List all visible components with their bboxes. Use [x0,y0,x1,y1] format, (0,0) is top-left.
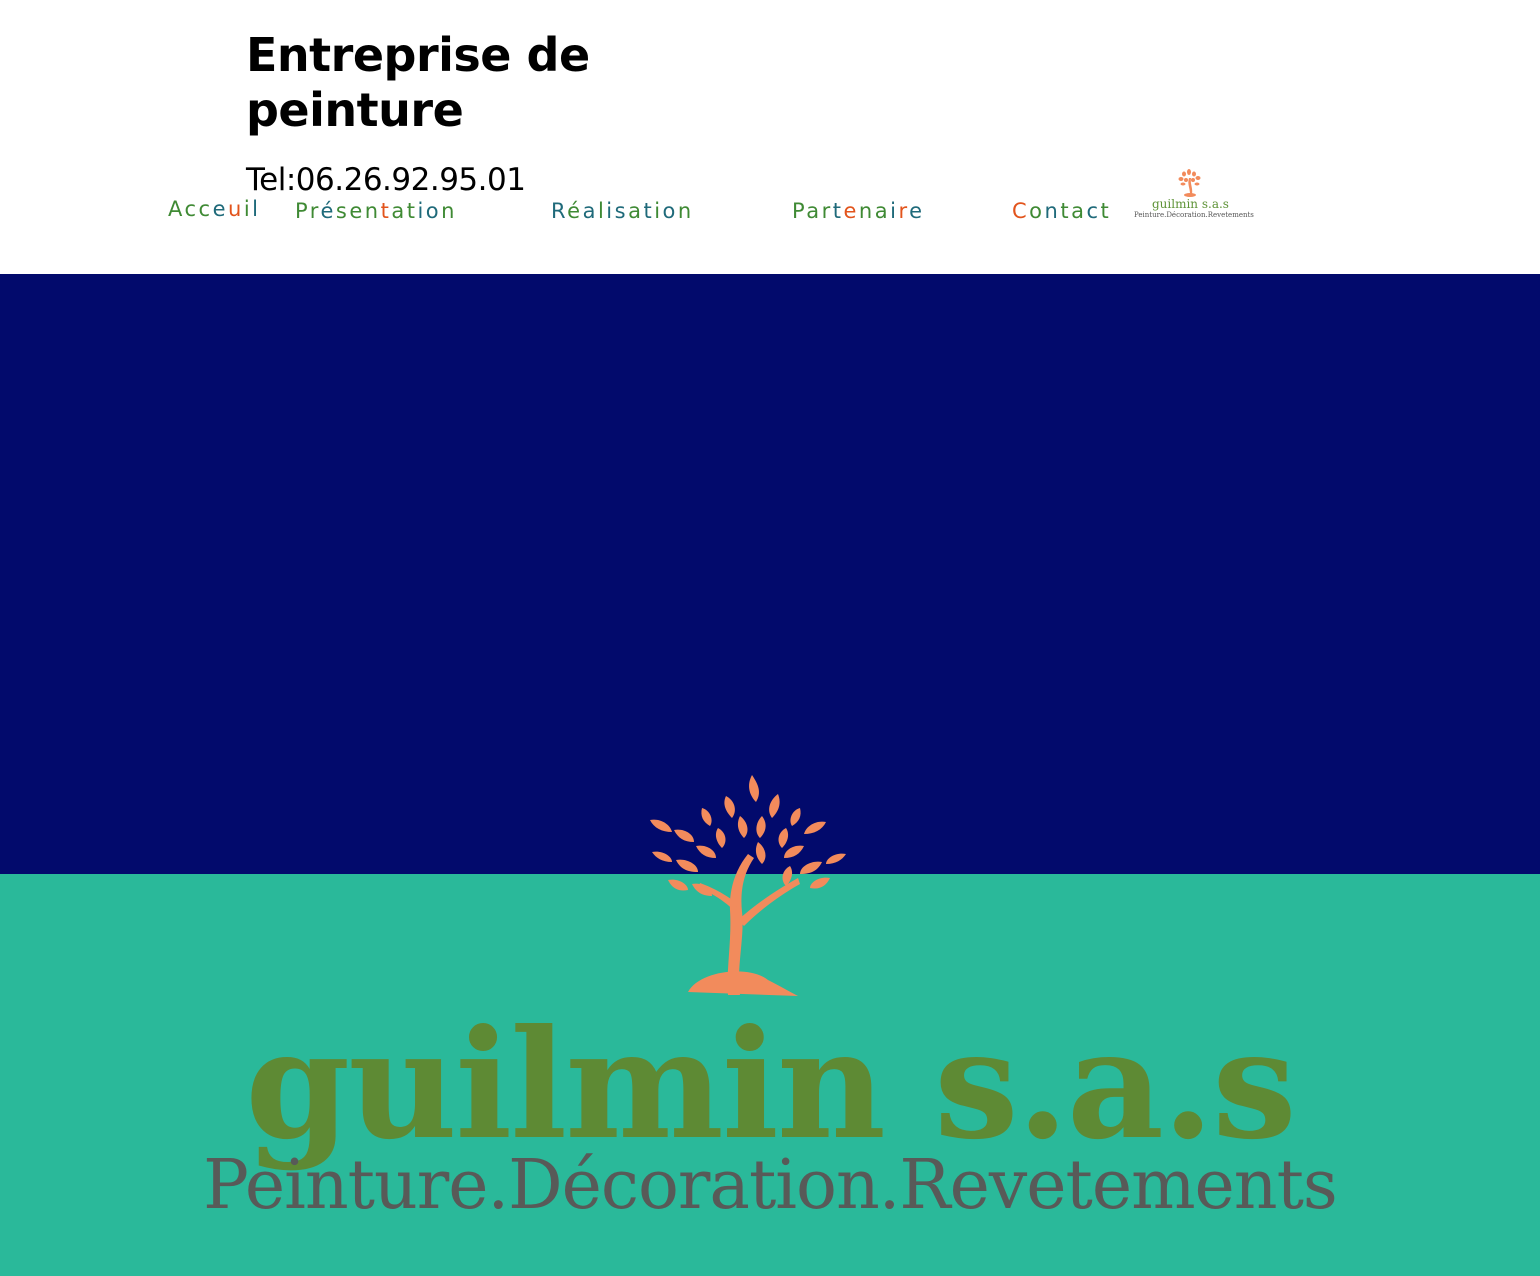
header-logo-name: guilmin s.a.s [1152,197,1229,211]
header-logo[interactable]: guilmin s.a.s Peinture.Décoration.Revete… [1134,168,1254,224]
nav-item-acceuil[interactable]: Acceuil [168,197,261,221]
nav-item-realisation[interactable]: Réalisation [551,199,694,223]
phone-number[interactable]: Tel:06.26.92.95.01 [246,162,526,198]
page-title: Entreprise de peinture [246,28,590,137]
tree-logo-icon [650,775,846,996]
header-logo-tagline: Peinture.Décoration.Revetements [1134,211,1254,219]
hero-brand-name: guilmin s.a.s [245,997,1296,1173]
site-header: Entreprise de peinture Tel:06.26.92.95.0… [0,0,1540,274]
hero-tagline: Peinture.Décoration.Revetements [203,1146,1338,1225]
nav-item-presentation[interactable]: Présentation [295,199,457,223]
tree-logo-icon [1178,169,1201,197]
nav-item-partenaire[interactable]: Partenaire [792,199,925,223]
nav-item-contact[interactable]: Contact [1012,199,1111,223]
